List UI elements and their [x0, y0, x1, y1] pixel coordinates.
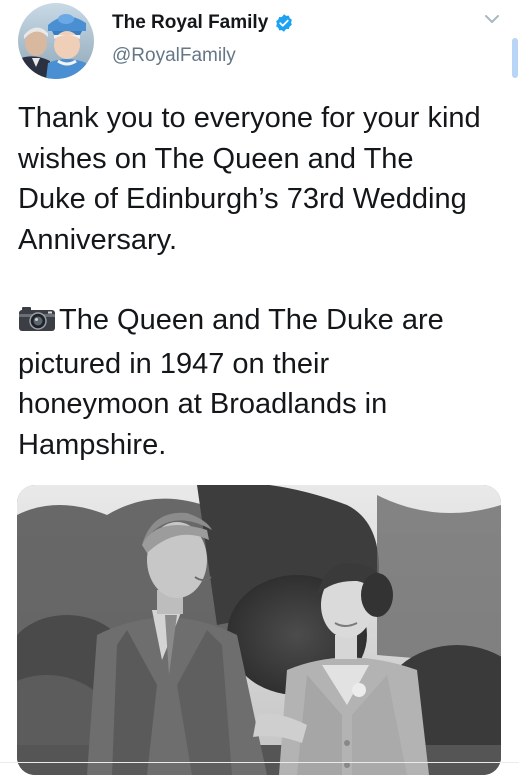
verified-badge-icon [276, 14, 293, 32]
honeymoon-photo-image [17, 485, 501, 775]
author-handle[interactable]: @RoyalFamily [112, 45, 236, 67]
author-name-row[interactable]: The Royal Family [112, 9, 294, 37]
divider [0, 762, 519, 763]
tweet-text: Thank you to everyone for your kind wish… [18, 98, 488, 465]
display-name[interactable]: The Royal Family [112, 12, 268, 34]
tweet: The Royal Family @RoyalFamily Thank you … [0, 0, 519, 775]
tweet-paragraph-2-text: The Queen and The Duke are pictured in 1… [18, 304, 444, 461]
chevron-down-icon[interactable] [482, 10, 502, 28]
avatar[interactable] [18, 3, 94, 79]
avatar-image [18, 3, 94, 79]
tweet-paragraph-2: The Queen and The Duke are pictured in 1… [18, 300, 488, 465]
tweet-paragraph-1: Thank you to everyone for your kind wish… [18, 102, 481, 256]
tweet-photo[interactable] [17, 485, 501, 775]
camera-icon [18, 303, 56, 344]
scrollbar-thumb[interactable] [512, 38, 518, 78]
